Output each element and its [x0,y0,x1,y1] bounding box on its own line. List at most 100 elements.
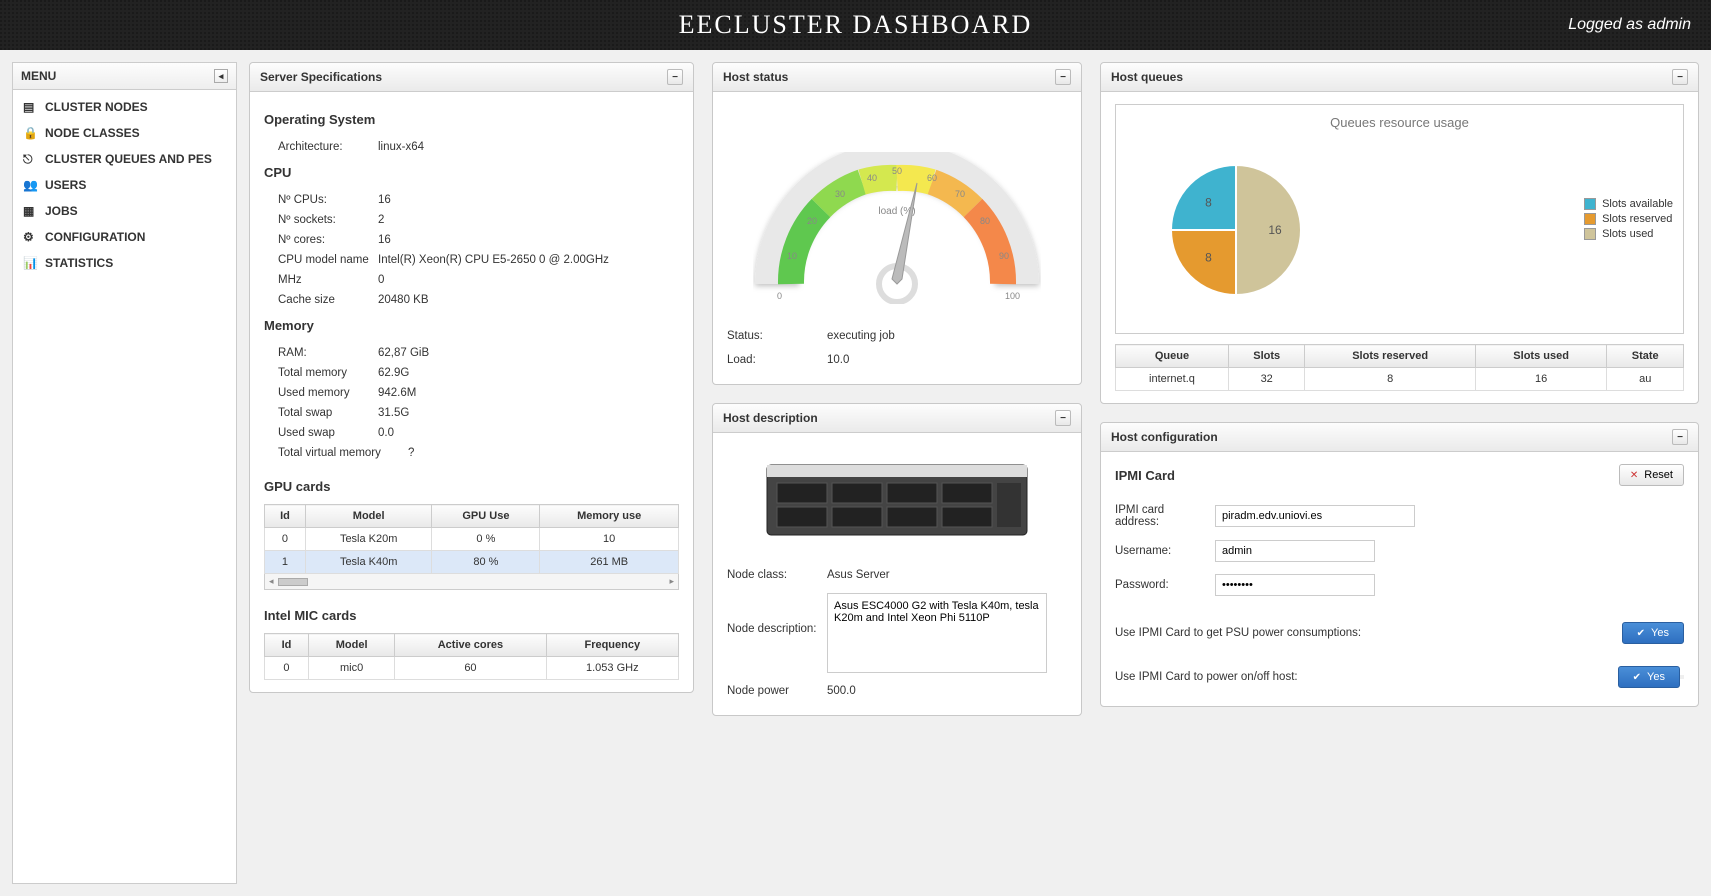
label: Architecture: [278,141,378,153]
col-header[interactable]: Model [308,634,394,657]
col-header[interactable]: Memory use [540,505,679,528]
value: 500.0 [827,685,856,697]
label: Use IPMI Card to get PSU power consumpti… [1115,627,1622,639]
label: Password: [1115,579,1215,591]
value: 0 [378,274,384,286]
os-heading: Operating System [264,112,679,127]
label: CPU model name [278,254,378,266]
chart-icon: 📊 [23,256,37,270]
node-description-textarea[interactable] [827,593,1047,673]
sidebar-item-cluster-nodes[interactable]: ▤CLUSTER NODES [13,94,236,120]
value: Asus Server [827,569,890,581]
queue-table[interactable]: QueueSlotsSlots reservedSlots usedStatei… [1115,344,1684,391]
sidebar-item-users[interactable]: 👥USERS [13,172,236,198]
svg-text:20: 20 [807,216,817,226]
value: 10.0 [827,354,849,366]
value: 16 [378,234,391,246]
col-header[interactable]: Model [305,505,432,528]
sidebar-item-label: JOBS [45,204,78,218]
sidebar-item-configuration[interactable]: ⚙CONFIGURATION [13,224,236,250]
value: linux-x64 [378,141,424,153]
ipmi-password-input[interactable] [1215,574,1375,596]
scrollbar[interactable]: ◂▸ [264,574,679,590]
minimize-button[interactable]: − [1055,69,1071,85]
label: RAM: [278,347,378,359]
minimize-button[interactable]: − [1672,429,1688,445]
col-header[interactable]: Active cores [395,634,546,657]
label: Node class: [727,569,827,581]
svg-text:90: 90 [999,251,1009,261]
table-row[interactable]: 0Tesla K20m0 %10 [265,528,679,551]
check-icon [1637,627,1647,639]
server-icon: ▤ [23,100,37,114]
ipmi-address-input[interactable] [1215,505,1415,527]
value: Intel(R) Xeon(R) CPU E5-2650 0 @ 2.00GHz [378,254,609,266]
value: 2 [378,214,384,226]
col-header[interactable]: Slots [1228,345,1305,368]
svg-text:16: 16 [1268,223,1282,237]
power-toggle-button[interactable]: Yes [1618,666,1680,688]
legend-swatch [1584,213,1596,225]
label: Used swap [278,427,378,439]
value: executing job [827,330,895,342]
check-icon [1633,671,1643,683]
queue-icon: ⎋ [23,152,37,166]
label: Status: [727,330,827,342]
col-header[interactable]: Id [265,505,306,528]
table-row[interactable]: 1Tesla K40m80 %261 MB [265,551,679,574]
svg-text:50: 50 [892,166,902,176]
svg-text:30: 30 [835,189,845,199]
col-header[interactable]: Slots reserved [1305,345,1475,368]
legend-label: Slots reserved [1602,213,1672,225]
menu-header: MENU ◂ [13,63,236,90]
sidebar-item-jobs[interactable]: ▦JOBS [13,198,236,224]
sidebar-item-label: CONFIGURATION [45,230,145,244]
pie-legend: Slots available Slots reserved Slots used [1584,195,1673,243]
legend-label: Slots available [1602,198,1673,210]
lock-icon: 🔒 [23,126,37,140]
label: Total memory [278,367,378,379]
minimize-button[interactable]: − [1672,69,1688,85]
host-config-panel: Host configuration − IPMI Card Reset IPM… [1100,422,1699,707]
sidebar-item-cluster-queues-and-pes[interactable]: ⎋CLUSTER QUEUES AND PES [13,146,236,172]
psu-toggle-button[interactable]: Yes [1622,622,1684,644]
minimize-button[interactable]: − [667,69,683,85]
host-queues-panel: Host queues − Queues resource usage 1688… [1100,62,1699,404]
label: Nº cores: [278,234,378,246]
server-spec-panel: Server Specifications − Operating System… [249,62,694,693]
col-header[interactable]: State [1607,345,1684,368]
svg-text:10: 10 [787,251,797,261]
label: Node description: [727,593,827,635]
legend-label: Slots used [1602,228,1653,240]
gpu-table[interactable]: IdModelGPU UseMemory use0Tesla K20m0 %10… [264,504,679,574]
reset-button[interactable]: Reset [1619,464,1684,486]
legend-swatch [1584,228,1596,240]
value: ? [408,447,414,459]
ipmi-username-input[interactable] [1215,540,1375,562]
col-header[interactable]: Queue [1116,345,1229,368]
table-row[interactable]: internet.q32816au [1116,368,1684,391]
users-icon: 👥 [23,178,37,192]
svg-text:100: 100 [1005,291,1020,301]
app-header: EECLUSTER DASHBOARD Logged as admin [0,0,1711,50]
value: 31.5G [378,407,409,419]
minimize-button[interactable]: − [1055,410,1071,426]
panel-title: Host status [723,70,788,84]
col-header[interactable]: Frequency [546,634,678,657]
table-row[interactable]: 0mic0601.053 GHz [265,657,679,680]
col-header[interactable]: Id [265,634,309,657]
label: Cache size [278,294,378,306]
col-header[interactable]: Slots used [1475,345,1607,368]
queues-pie-chart: 1688 [1126,140,1446,320]
mic-heading: Intel MIC cards [264,608,679,623]
label: Username: [1115,545,1215,557]
memory-heading: Memory [264,318,679,333]
mic-table[interactable]: IdModelActive coresFrequency0mic0601.053… [264,633,679,680]
label: Total virtual memory [278,447,408,459]
col-header[interactable]: GPU Use [432,505,540,528]
sidebar-item-label: NODE CLASSES [45,126,140,140]
sidebar-item-statistics[interactable]: 📊STATISTICS [13,250,236,276]
collapse-sidebar-button[interactable]: ◂ [214,69,228,83]
sidebar-item-node-classes[interactable]: 🔒 NODE CLASSES [13,120,236,146]
label: Total swap [278,407,378,419]
